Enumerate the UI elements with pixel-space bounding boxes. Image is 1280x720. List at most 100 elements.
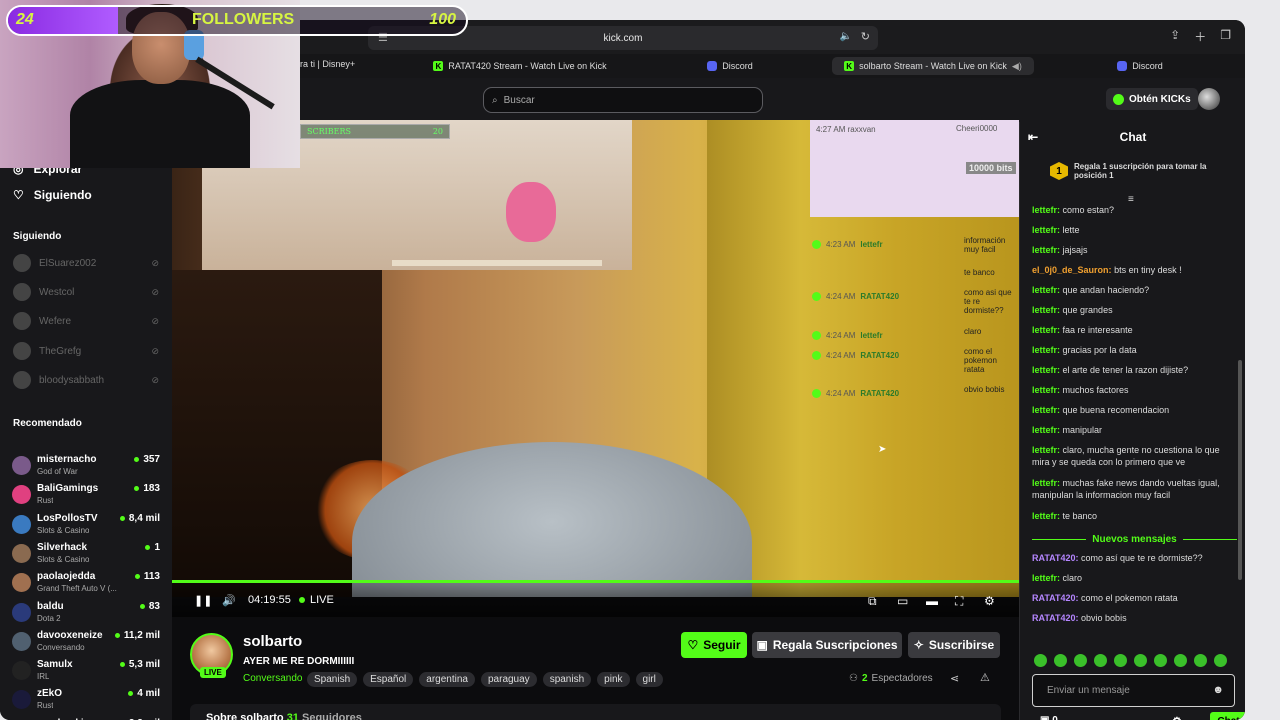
following-item[interactable]: ElSuarez002 ⊘ [13,252,163,274]
sidebar-item-siguiendo[interactable]: ♡ Siguiendo [13,188,92,202]
chat-message[interactable]: lettefr: manipular [1032,424,1237,436]
category-link[interactable]: Conversando [243,673,302,684]
emote-icon[interactable] [1054,654,1067,667]
chat-input[interactable]: Enviar un mensaje ☻ [1032,674,1235,707]
chat-username[interactable]: lettefr: [1032,225,1060,235]
chat-message[interactable]: lettefr: muchas fake news dando vueltas … [1032,477,1237,501]
video-player[interactable]: SCRIBERS 20 4:27 AM raxxvan Cheeri0000 1… [172,120,1019,597]
tag-chip[interactable]: Spanish [307,672,358,687]
theater-icon[interactable]: ▬ [926,594,938,608]
chat-message[interactable]: lettefr: jajsajs [1032,244,1237,256]
chat-message[interactable]: lettefr: claro [1032,572,1237,584]
reload-icon[interactable]: ↻ [861,30,870,43]
streamer-name[interactable]: solbarto [243,633,302,650]
tag-chip[interactable]: Español [363,672,414,687]
emote-icon[interactable] [1034,654,1047,667]
following-item[interactable]: TheGrefg ⊘ [13,340,163,362]
emote-icon[interactable] [1134,654,1147,667]
emoji-icon[interactable]: ☻ [1212,684,1224,696]
emote-icon[interactable] [1214,654,1227,667]
chat-username[interactable]: lettefr: [1032,425,1060,435]
pause-icon[interactable]: ❚❚ [194,594,212,607]
chat-message[interactable]: lettefr: que grandes [1032,304,1237,316]
chat-scrollbar[interactable] [1238,360,1242,580]
chat-username[interactable]: lettefr: [1032,285,1060,295]
recommended-item[interactable]: zEkO Rust 4 mil [12,686,160,714]
chat-message[interactable]: lettefr: gracias por la data [1032,344,1237,356]
new-messages-divider[interactable]: Nuevos mensajes [1032,534,1237,545]
chat-username[interactable]: lettefr: [1032,365,1060,375]
chat-username[interactable]: lettefr: [1032,325,1060,335]
clip-icon[interactable]: ▭ [897,594,908,608]
recommended-item[interactable]: paolaojedda Grand Theft Auto V (... 113 [12,569,160,597]
chat-username[interactable]: RATAT420: [1032,553,1079,563]
recommended-item[interactable]: baldu Dota 2 83 [12,599,160,627]
chat-message[interactable]: lettefr: el arte de tener la razon dijis… [1032,364,1237,376]
emote-icon[interactable] [1074,654,1087,667]
recommended-item[interactable]: LosPollosTV Slots & Casino 8,4 mil [12,511,160,539]
chat-username[interactable]: lettefr: [1032,445,1060,455]
tab-overview-icon[interactable]: ❐ [1220,28,1231,45]
new-tab-icon[interactable]: ＋ [1194,28,1206,45]
emote-icon[interactable] [1154,654,1167,667]
get-kicks-button[interactable]: Obtén KICKs [1106,88,1198,110]
recommended-item[interactable]: misternacho God of War 357 [12,452,160,480]
gift-subs-button[interactable]: ▣ Regala Suscripciones [752,632,902,658]
gift-leaderboard-banner[interactable]: 1 Regala 1 suscripción para tomar la pos… [1050,162,1230,202]
volume-icon[interactable]: 🔊 [222,594,236,607]
search-input[interactable]: ⌕ Buscar [483,87,763,113]
recommended-item[interactable]: sandraskinsConversando2,2 mil [12,716,160,720]
share-icon[interactable]: ⋖ [950,672,959,685]
chat-username[interactable]: RATAT420: [1032,593,1079,603]
gift-counter[interactable]: ▣ 0 [1040,715,1058,720]
chat-message[interactable]: RATAT420: como así que te re dormiste?? [1032,552,1237,564]
chat-username[interactable]: lettefr: [1032,305,1060,315]
recommended-item[interactable]: BaliGamings Rust 183 [12,481,160,509]
tag-chip[interactable]: girl [635,672,663,687]
pip-icon[interactable]: ⧉ [868,594,877,609]
subscribe-button[interactable]: ✧ Suscribirse [908,632,1000,658]
following-item[interactable]: Wefere ⊘ [13,310,163,332]
chat-username[interactable]: RATAT420: [1032,613,1079,623]
tag-chip[interactable]: pink [597,672,630,687]
chat-username[interactable]: lettefr: [1032,511,1060,521]
chat-message[interactable]: lettefr: que andan haciendo? [1032,284,1237,296]
tag-chip[interactable]: spanish [542,672,592,687]
chat-username[interactable]: lettefr: [1032,245,1060,255]
progress-bar[interactable] [172,580,1019,583]
tab-ratat420[interactable]: K RATAT420 Stream - Watch Live on Kick [420,57,620,75]
recommended-item[interactable]: davooxeneize Conversando 11,2 mil [12,628,160,656]
emote-icon[interactable] [1174,654,1187,667]
chat-username[interactable]: lettefr: [1032,345,1060,355]
chat-username[interactable]: el_0j0_de_Sauron: [1032,265,1112,275]
emote-icon[interactable] [1194,654,1207,667]
settings-icon[interactable]: ⚙ [984,594,995,608]
chat-message[interactable]: lettefr: que buena recomendacion [1032,404,1237,416]
audio-playing-icon[interactable]: 🔈 [840,31,852,42]
emote-icon[interactable] [1094,654,1107,667]
chat-send-button[interactable]: Chat [1210,712,1245,720]
report-icon[interactable]: ⚠ [980,671,990,684]
recommended-item[interactable]: Samulx IRL 5,3 mil [12,657,160,685]
chat-message[interactable]: lettefr: te banco [1032,510,1237,522]
chat-message[interactable]: lettefr: como estan? [1032,204,1237,216]
share-icon[interactable]: ⇪ [1170,28,1180,45]
collapse-chat-icon[interactable]: ⇤ [1028,130,1038,144]
chat-username[interactable]: lettefr: [1032,405,1060,415]
following-item[interactable]: Westcol ⊘ [13,281,163,303]
about-section[interactable]: Sobre solbarto 31 Seguidores [190,704,1001,720]
chat-username[interactable]: lettefr: [1032,478,1060,488]
chat-message[interactable]: el_0j0_de_Sauron: bts en tiny desk ! [1032,264,1237,276]
chat-settings-icon[interactable]: ⚙ [1172,715,1182,720]
tab-discord-1[interactable]: Discord [640,57,820,75]
chat-message[interactable]: lettefr: lette [1032,224,1237,236]
chat-message[interactable]: lettefr: faa re interesante [1032,324,1237,336]
tab-solbarto[interactable]: K solbarto Stream - Watch Live on Kick ◀… [832,57,1034,75]
chat-username[interactable]: lettefr: [1032,573,1060,583]
chat-message[interactable]: RATAT420: obvio bobis [1032,612,1237,624]
user-avatar[interactable] [1198,88,1220,110]
chat-message[interactable]: lettefr: muchos factores [1032,384,1237,396]
tag-chip[interactable]: paraguay [480,672,537,687]
chat-username[interactable]: lettefr: [1032,205,1060,215]
emote-icon[interactable] [1114,654,1127,667]
